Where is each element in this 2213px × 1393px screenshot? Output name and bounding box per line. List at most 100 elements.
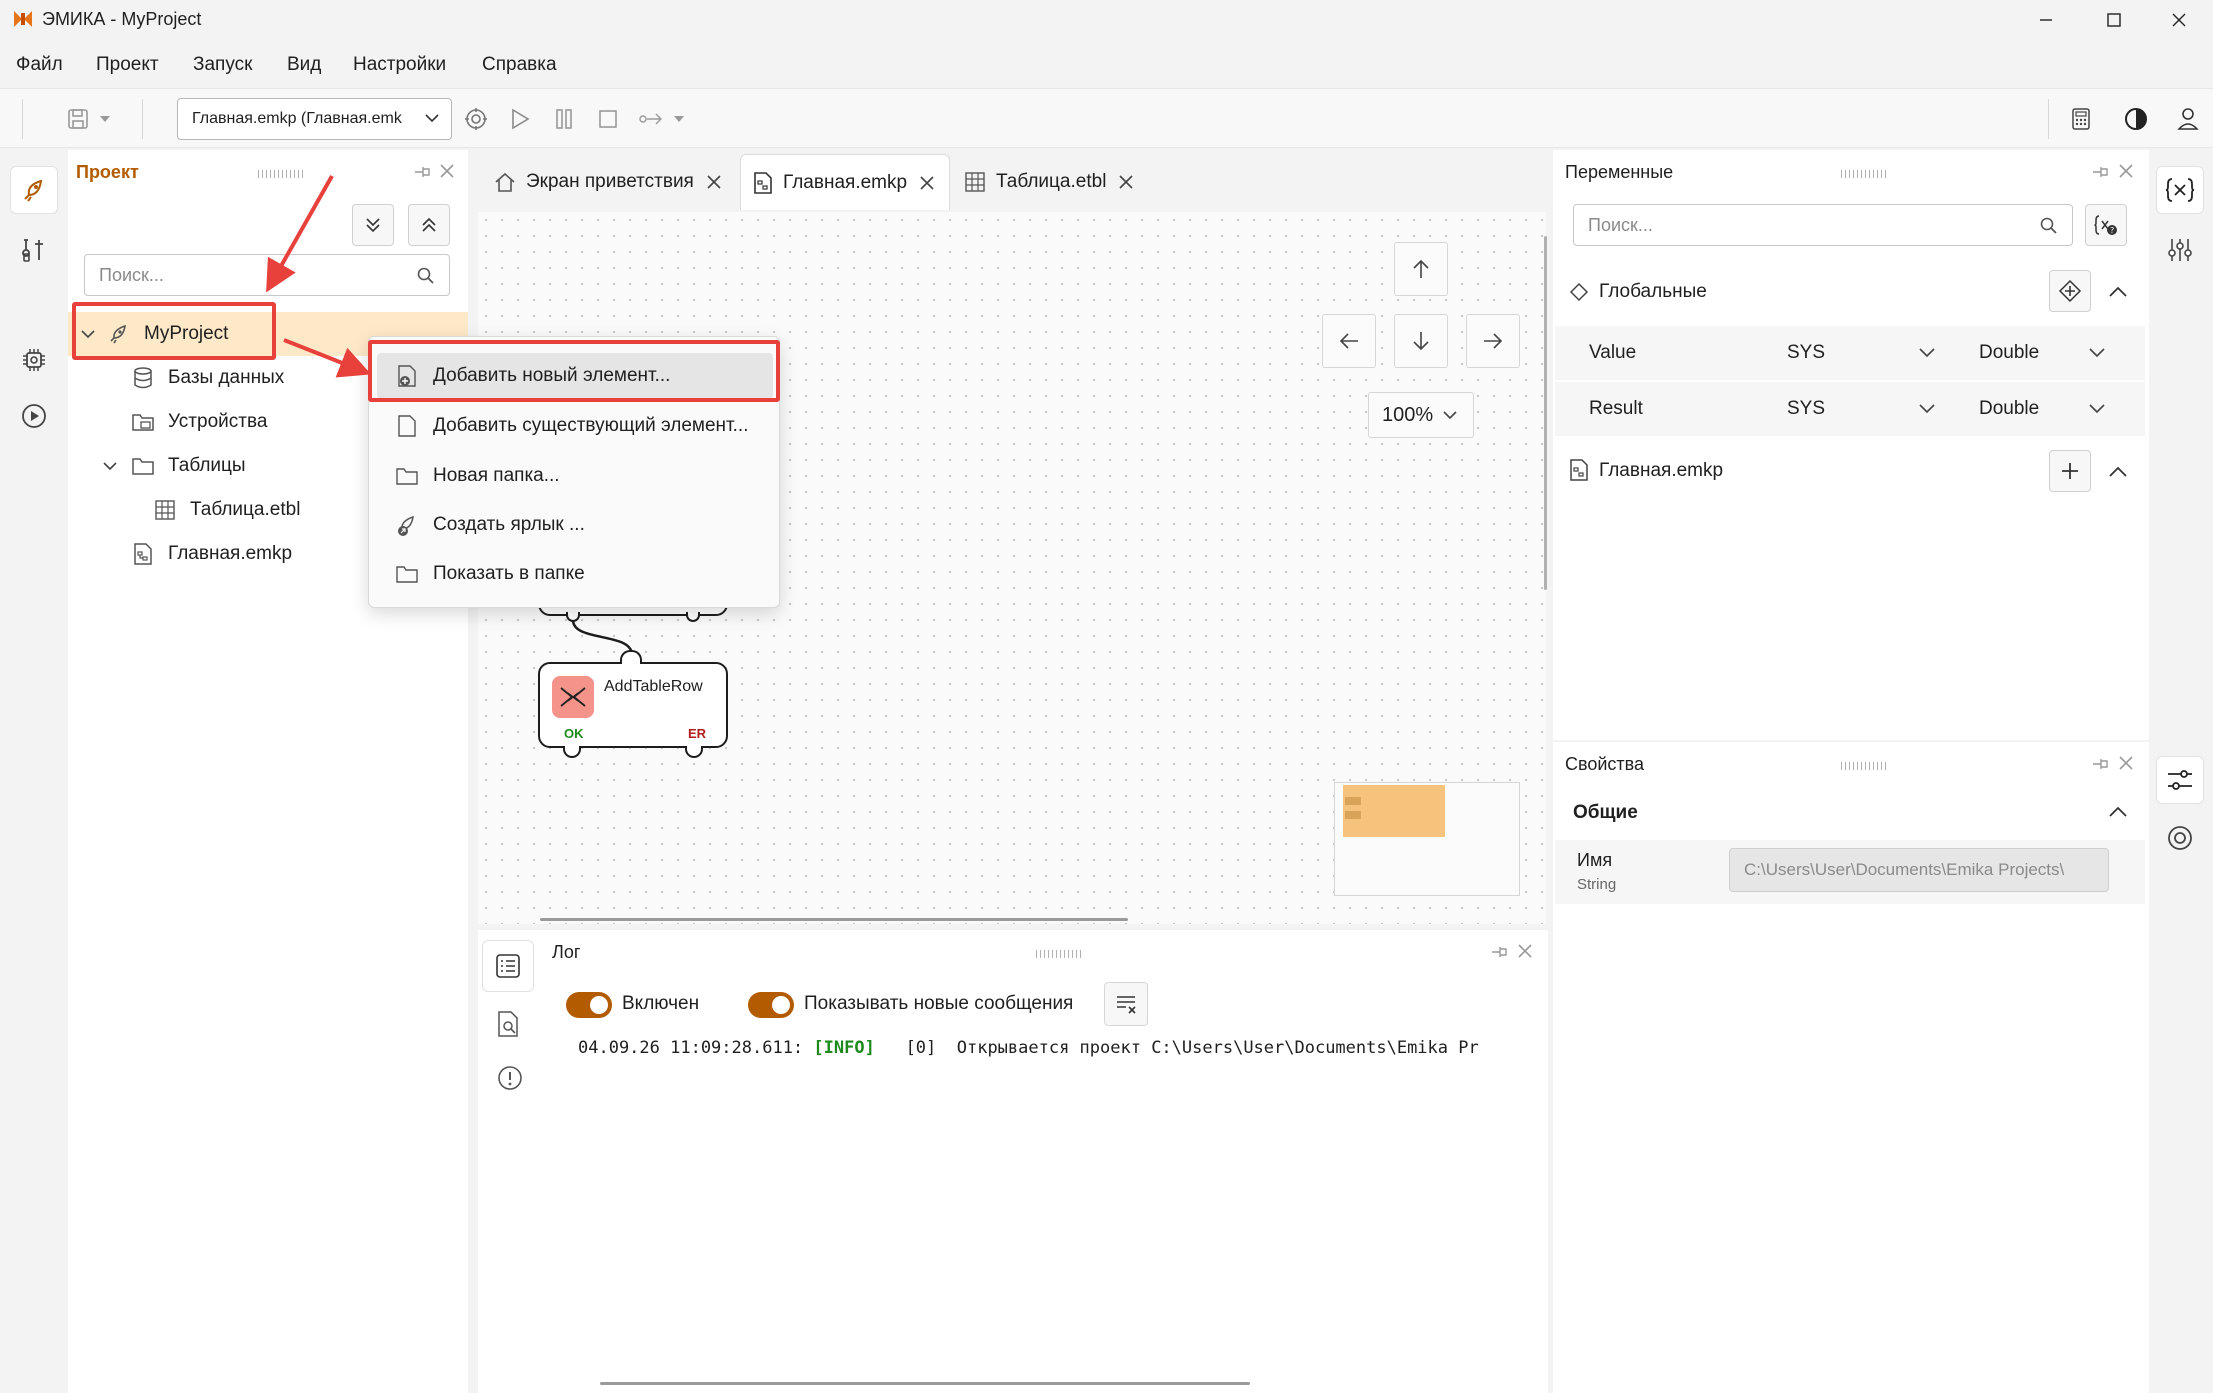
project-search-input[interactable]: Поиск...: [84, 254, 450, 296]
menu-view[interactable]: Вид: [287, 54, 321, 76]
menu-item-show-in-folder[interactable]: Показать в папке: [377, 551, 773, 597]
tab-table[interactable]: Таблица.etbl: [952, 154, 1146, 210]
panel-drag-grip[interactable]: [1841, 170, 1887, 178]
menu-item-new-folder[interactable]: Новая папка...: [377, 453, 773, 499]
pan-down-button[interactable]: [1394, 314, 1448, 368]
variables-view-button[interactable]: [2156, 166, 2204, 214]
pin-icon[interactable]: [2091, 756, 2109, 772]
pause-icon[interactable]: [548, 103, 580, 135]
errors-log-icon[interactable]: [496, 1064, 524, 1092]
log-horizontal-scrollbar[interactable]: [600, 1382, 1250, 1385]
property-name-input[interactable]: C:\Users\User\Documents\Emika Projects\: [1729, 848, 2109, 892]
panel-drag-grip[interactable]: [1841, 762, 1887, 770]
canvas-minimap[interactable]: [1334, 782, 1520, 896]
calculator-icon[interactable]: [2065, 103, 2097, 135]
minimap-node: [1345, 811, 1361, 819]
show-new-messages-toggle[interactable]: [748, 992, 794, 1018]
variable-row[interactable]: Result SYS Double: [1555, 382, 2145, 436]
properties-panel-title: Свойства: [1565, 754, 1645, 774]
node-input-port[interactable]: [620, 650, 642, 664]
close-window-button[interactable]: [2145, 0, 2213, 40]
folder-icon: [130, 453, 156, 479]
log-view-button[interactable]: [482, 940, 534, 992]
menu-item-add-existing[interactable]: Добавить существующий элемент...: [377, 403, 773, 449]
variable-type[interactable]: Double: [1979, 342, 2039, 364]
pan-right-button[interactable]: [1466, 314, 1520, 368]
flow-node-addtablerow[interactable]: AddTableRow OK ER: [538, 662, 728, 748]
double-chevron-up-icon: [422, 217, 436, 232]
node-ok-port-label: OK: [564, 726, 584, 741]
close-panel-icon[interactable]: [2117, 162, 2135, 180]
add-global-variable-button[interactable]: [2049, 270, 2091, 312]
title-bar: ЭМИКА - MyProject: [0, 0, 2213, 40]
sliders-icon: [2168, 770, 2192, 790]
pan-left-button[interactable]: [1322, 314, 1376, 368]
collapse-all-button[interactable]: [408, 204, 450, 246]
menu-project[interactable]: Проект: [96, 54, 159, 76]
expand-all-button[interactable]: [352, 204, 394, 246]
menu-settings[interactable]: Настройки: [353, 54, 446, 76]
global-variables-section[interactable]: Глобальные: [1555, 264, 2145, 320]
pin-icon[interactable]: [2091, 164, 2109, 180]
step-dropdown-icon[interactable]: [670, 103, 688, 135]
panel-drag-grip[interactable]: [258, 170, 304, 178]
pan-up-button[interactable]: [1394, 242, 1448, 296]
app-logo-icon: [12, 9, 34, 29]
debug-icon[interactable]: [460, 103, 492, 135]
minimap-node: [1345, 797, 1361, 805]
file-selector[interactable]: Главная.emkp (Главная.emk: [177, 98, 452, 140]
menu-item-create-shortcut[interactable]: Создать ярлык ...: [377, 502, 773, 548]
project-view-button[interactable]: [10, 166, 58, 214]
table-icon: [152, 497, 178, 523]
tab-welcome[interactable]: Экран приветствия: [482, 154, 734, 210]
run-view-button[interactable]: [10, 392, 58, 440]
property-label: Имя: [1577, 850, 1613, 870]
stop-icon[interactable]: [592, 103, 624, 135]
menu-file[interactable]: Файл: [16, 54, 63, 76]
canvas-vertical-scrollbar[interactable]: [1544, 236, 1547, 590]
close-panel-icon[interactable]: [438, 162, 456, 180]
theme-toggle-icon[interactable]: [2120, 103, 2152, 135]
variable-scope[interactable]: SYS: [1787, 398, 1825, 420]
step-icon[interactable]: [636, 103, 668, 135]
adjust-view-button[interactable]: [2156, 226, 2204, 274]
properties-view-button[interactable]: [2156, 756, 2204, 804]
flow-file-icon: [130, 541, 156, 567]
maximize-button[interactable]: [2080, 0, 2148, 40]
tab-main[interactable]: Главная.emkp: [740, 154, 950, 210]
save-dropdown-icon[interactable]: [96, 103, 114, 135]
add-file-variable-button[interactable]: [2049, 450, 2091, 492]
variable-type[interactable]: Double: [1979, 398, 2039, 420]
tools-view-button[interactable]: [10, 226, 58, 274]
file-section-label: Главная.emkp: [1599, 460, 1724, 481]
close-panel-icon[interactable]: [2117, 754, 2135, 772]
target-view-button[interactable]: [2156, 814, 2204, 862]
variables-search-input[interactable]: Поиск...: [1573, 204, 2073, 246]
variable-scope[interactable]: SYS: [1787, 342, 1825, 364]
play-icon[interactable]: [504, 103, 536, 135]
close-tab-icon: [1119, 175, 1133, 189]
clear-list-icon: [1117, 996, 1136, 1014]
properties-section-general[interactable]: Общие: [1573, 802, 1638, 824]
close-panel-icon[interactable]: [1516, 942, 1534, 960]
minimize-button[interactable]: [2012, 0, 2080, 40]
pin-icon[interactable]: [413, 164, 431, 180]
canvas-horizontal-scrollbar[interactable]: [540, 918, 1128, 921]
play-circle-icon: [22, 404, 46, 428]
variable-row[interactable]: Value SYS Double: [1555, 326, 2145, 380]
search-log-icon[interactable]: [496, 1010, 522, 1038]
panel-drag-grip[interactable]: [1036, 950, 1082, 958]
menu-help[interactable]: Справка: [482, 54, 557, 76]
devices-view-button[interactable]: [10, 336, 58, 384]
user-icon[interactable]: [2172, 103, 2204, 135]
save-icon[interactable]: [62, 103, 94, 135]
file-variables-section[interactable]: Главная.emkp: [1555, 442, 2145, 500]
pin-icon[interactable]: [1490, 944, 1508, 960]
menu-run[interactable]: Запуск: [193, 54, 252, 76]
chevron-down-icon: [1443, 410, 1457, 419]
clear-log-button[interactable]: [1104, 982, 1148, 1026]
zoom-selector[interactable]: 100%: [1368, 392, 1474, 438]
log-enabled-toggle[interactable]: [566, 992, 612, 1018]
left-activity-bar: [0, 150, 66, 1393]
variable-help-button[interactable]: ?: [2085, 204, 2127, 246]
